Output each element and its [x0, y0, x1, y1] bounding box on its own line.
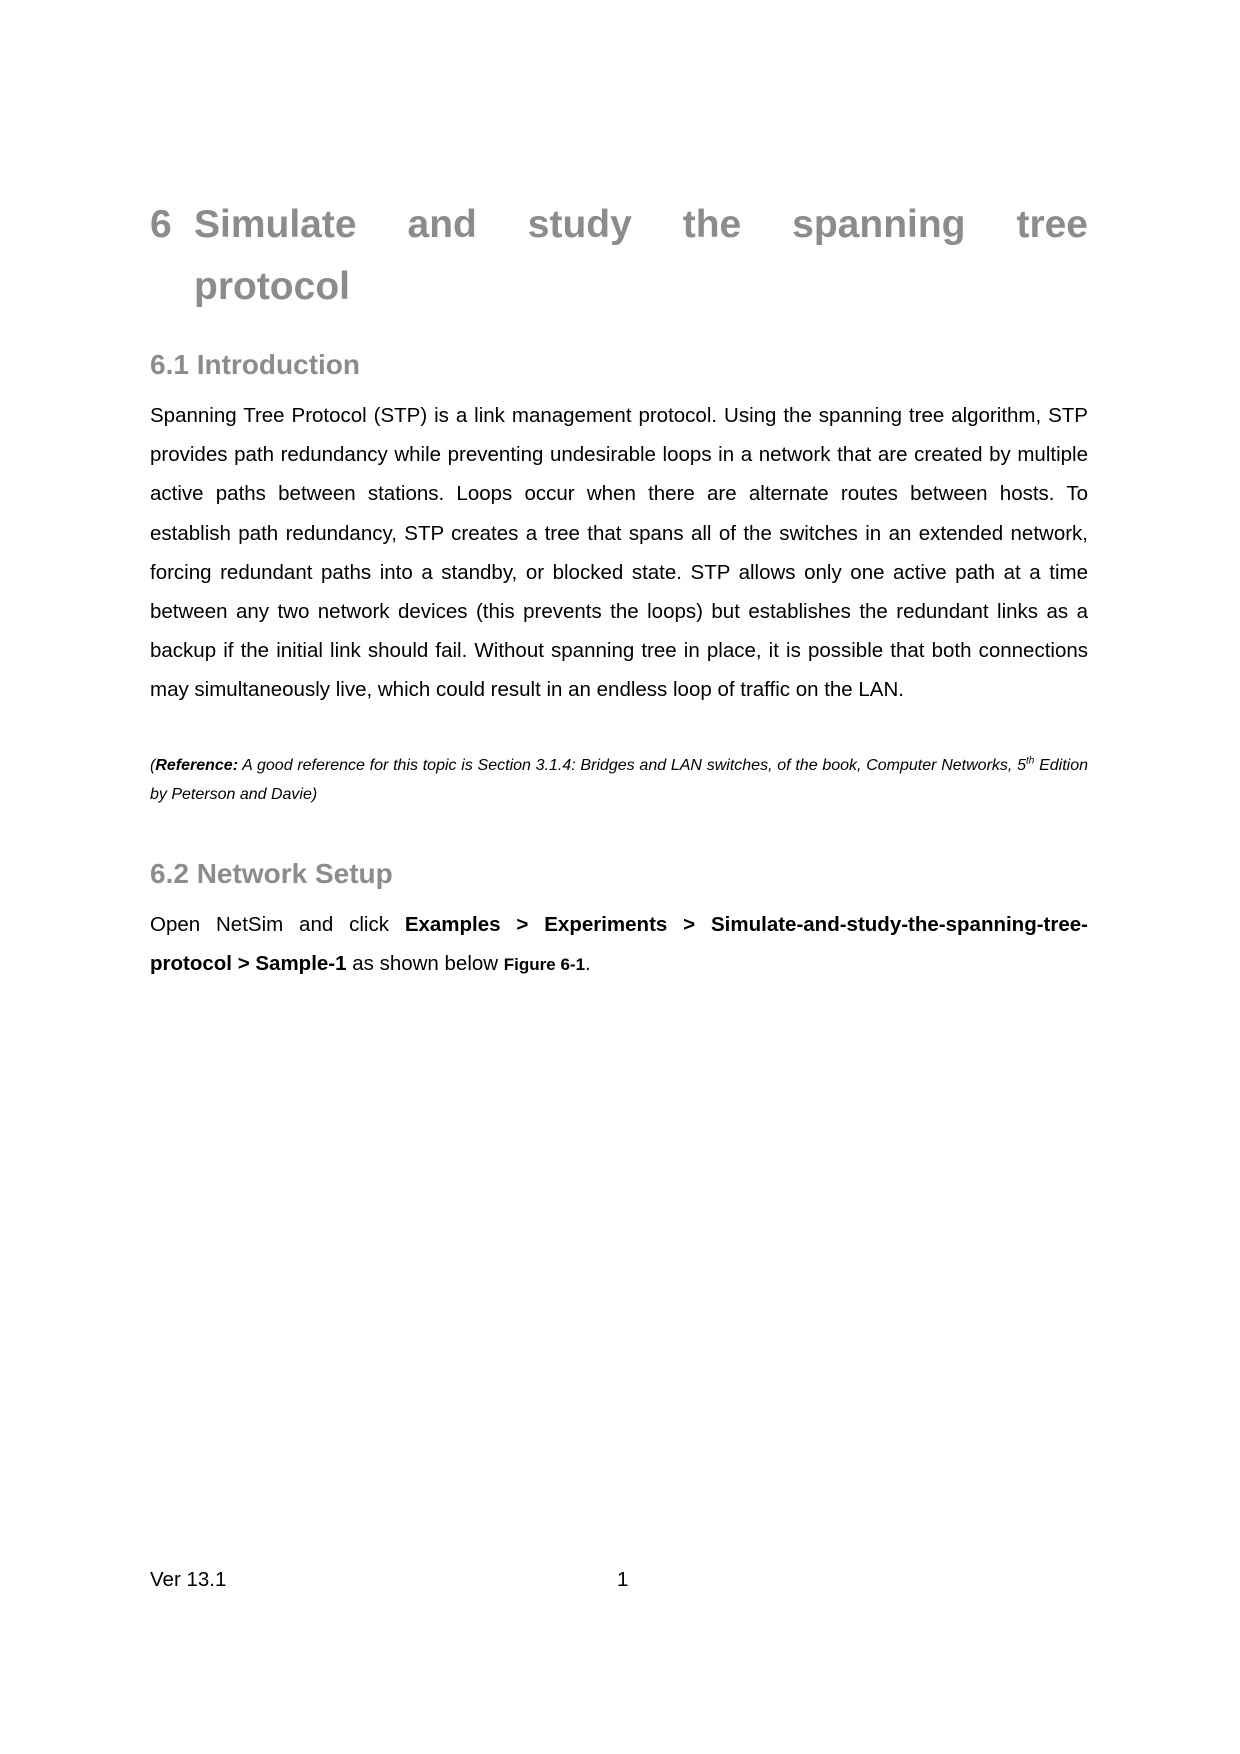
menu-path-sample: Sample-1 — [255, 952, 347, 976]
menu-path-separator: > — [667, 913, 711, 936]
menu-path-separator: > — [500, 913, 545, 936]
menu-path-separator: > — [232, 952, 256, 976]
footer-version: Ver 13.1 — [150, 1568, 227, 1591]
chapter-title-word: tree — [1016, 203, 1088, 246]
chapter-title-word: the — [682, 203, 742, 246]
chapter-title-word: spanning — [792, 203, 966, 246]
reference-text: A good reference for this topic is Secti… — [238, 757, 1026, 774]
figure-reference: Figure 6-1 — [503, 955, 586, 975]
setup-suffix-text: as shown below — [346, 952, 504, 976]
reference-note: (Reference: A good reference for this to… — [150, 752, 1088, 809]
network-setup-paragraph: Open NetSim and click Examples > Experim… — [150, 905, 1088, 984]
chapter-title-word: and — [407, 203, 477, 246]
section-heading-network-setup: 6.2 Network Setup — [150, 858, 393, 889]
chapter-number: 6 — [150, 203, 172, 246]
chapter-heading: 6 Simulate and study the spanning tree p… — [150, 194, 1088, 318]
setup-intro-text: Open NetSim and click — [150, 913, 405, 936]
section-heading-introduction: 6.1 Introduction — [150, 349, 360, 380]
chapter-title-line1: Simulate and study the spanning tree — [194, 194, 1088, 256]
document-page: 6 Simulate and study the spanning tree p… — [0, 0, 1240, 1754]
setup-end-punct: . — [585, 952, 591, 976]
menu-path-examples: Examples — [404, 913, 501, 936]
chapter-title-word: Simulate — [194, 203, 357, 246]
chapter-title: Simulate and study the spanning tree pro… — [194, 194, 1088, 318]
reference-label: Reference: — [155, 757, 239, 774]
chapter-title-word: study — [527, 203, 632, 246]
footer-page-number: 1 — [617, 1568, 629, 1591]
chapter-title-line2: protocol — [194, 265, 350, 308]
introduction-paragraph: Spanning Tree Protocol (STP) is a link m… — [150, 404, 1088, 702]
menu-path-experiments: Experiments — [544, 913, 668, 936]
